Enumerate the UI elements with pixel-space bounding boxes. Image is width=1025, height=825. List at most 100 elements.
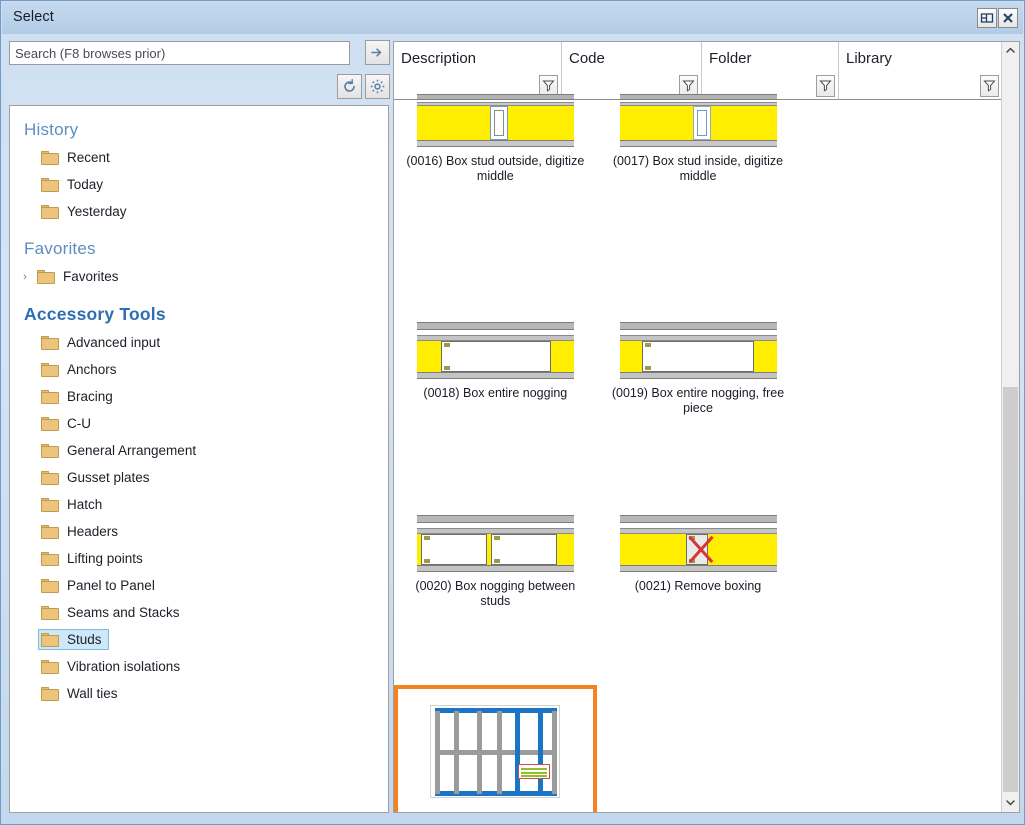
column-code[interactable]: Code [562,42,702,100]
tree-group-favorites-title: Favorites [10,239,388,259]
column-folder[interactable]: Folder [702,42,839,100]
tree-item-label: Favorites [63,269,119,284]
tree-item-label: Wall ties [67,686,118,701]
settings-button[interactable] [365,74,390,99]
browse-button[interactable] [365,40,390,65]
tree-item-panel-to-panel[interactable]: Panel to Panel [10,572,388,599]
tree-item-bracing[interactable]: Bracing [10,383,388,410]
scroll-down-button[interactable] [1002,794,1019,812]
folder-icon [41,471,59,485]
tree-item-favorites[interactable]: › Favorites [10,263,388,290]
folder-icon [41,687,59,701]
tree-item-label: Today [67,177,103,192]
folder-icon [41,151,59,165]
column-title: Code [569,50,605,67]
tree-group-accessory-tools-title: Accessory Tools [10,304,388,325]
folder-icon [41,579,59,593]
grid-cell-empty [799,515,1002,609]
scrollbar-thumb[interactable] [1003,387,1018,792]
filter-icon [542,79,555,92]
tree-item-yesterday[interactable]: Yesterday [10,198,388,225]
tree-item-headers[interactable]: Headers [10,518,388,545]
remove-x-icon [684,532,712,566]
tree-item-label: Seams and Stacks [67,605,180,620]
search-row [7,41,389,67]
dock-button[interactable] [977,8,997,28]
tree-item-studs[interactable]: Studs [10,626,388,653]
arrow-right-icon [369,44,386,61]
tree-item-label: Panel to Panel [67,578,155,593]
grid-item-0017[interactable]: (0017) Box stud inside, digitize middle [597,94,800,184]
grid-cell-empty [799,685,1002,813]
tree-item-today[interactable]: Today [10,171,388,198]
thumbnail-remove-boxing [597,515,800,573]
folder-icon [41,417,59,431]
folder-icon [41,660,59,674]
thumbnail-wall-stud [394,94,597,148]
folder-icon [41,525,59,539]
tree-item-label: Anchors [67,362,117,377]
chevron-down-icon [1006,799,1015,806]
close-button[interactable] [998,8,1018,28]
gear-icon [369,78,386,95]
column-description[interactable]: Description [394,42,562,100]
folder-icon [41,178,59,192]
grid-cell-empty [597,685,800,813]
refresh-icon [341,78,358,95]
grid-item-3002[interactable]: (3002) Hand Rail Nog [394,685,597,813]
tree-item-label: Studs [67,632,102,647]
grid-item-caption: (0016) Box stud outside, digitize middle [394,154,597,184]
tree-item-label: Hatch [67,497,102,512]
chevron-up-icon [1006,47,1015,54]
folder-icon [41,444,59,458]
tree-item-gusset-plates[interactable]: Gusset plates [10,464,388,491]
grid-item-0019[interactable]: (0019) Box entire nogging, free piece [597,322,800,416]
title-bar: Select [2,2,1023,34]
tree-item-vibration-isolations[interactable]: Vibration isolations [10,653,388,680]
tree-item-label: Vibration isolations [67,659,180,674]
vertical-scrollbar[interactable] [1001,42,1019,812]
chevron-right-icon[interactable]: › [16,271,34,283]
search-input[interactable] [9,41,350,65]
tree-item-c-u[interactable]: C-U [10,410,388,437]
folder-icon [41,498,59,512]
tree-group-history-title: History [10,120,388,140]
column-title: Library [846,50,892,67]
thumbnail-wall-nogging [394,322,597,380]
folder-icon [37,270,55,284]
grid-cell-empty [799,322,1002,416]
grid-item-caption: (0020) Box nogging between studs [394,579,597,609]
grid-row: (0016) Box stud outside, digitize middle… [394,94,1002,184]
thumbnail-nogging-between-studs [394,515,597,573]
tree-item-seams-and-stacks[interactable]: Seams and Stacks [10,599,388,626]
grid-row: (3002) Hand Rail Nog [394,685,1002,813]
tree-item-advanced-input[interactable]: Advanced input [10,329,388,356]
grid-item-0016[interactable]: (0016) Box stud outside, digitize middle [394,94,597,184]
column-header-row: Description Code Folder [394,42,1002,100]
grid-item-0021[interactable]: (0021) Remove boxing [597,515,800,609]
tree-item-label: Lifting points [67,551,143,566]
folder-icon [41,363,59,377]
scroll-up-button[interactable] [1002,42,1019,60]
tree-item-recent[interactable]: Recent [10,144,388,171]
navigation-tree[interactable]: History Recent Today Yesterday [9,105,389,813]
refresh-button[interactable] [337,74,362,99]
tree-item-lifting-points[interactable]: Lifting points [10,545,388,572]
tree-item-anchors[interactable]: Anchors [10,356,388,383]
tree-item-general-arrangement[interactable]: General Arrangement [10,437,388,464]
column-library[interactable]: Library [839,42,1002,100]
dock-icon [980,11,994,25]
grid-row: (0020) Box nogging between studs ( [394,515,1002,609]
tree-item-hatch[interactable]: Hatch [10,491,388,518]
close-icon [1001,11,1015,25]
tree-item-label: Recent [67,150,110,165]
thumbnail-wall-stud [597,94,800,148]
grid-item-0020[interactable]: (0020) Box nogging between studs [394,515,597,609]
grid-item-0018[interactable]: (0018) Box entire nogging [394,322,597,416]
grid-item-caption: (0017) Box stud inside, digitize middle [597,154,800,184]
tree-item-wall-ties[interactable]: Wall ties [10,680,388,707]
grid-item-caption: (0018) Box entire nogging [394,386,597,401]
grid-cell-empty [799,94,1002,184]
folder-icon [41,633,59,647]
folder-icon [41,336,59,350]
